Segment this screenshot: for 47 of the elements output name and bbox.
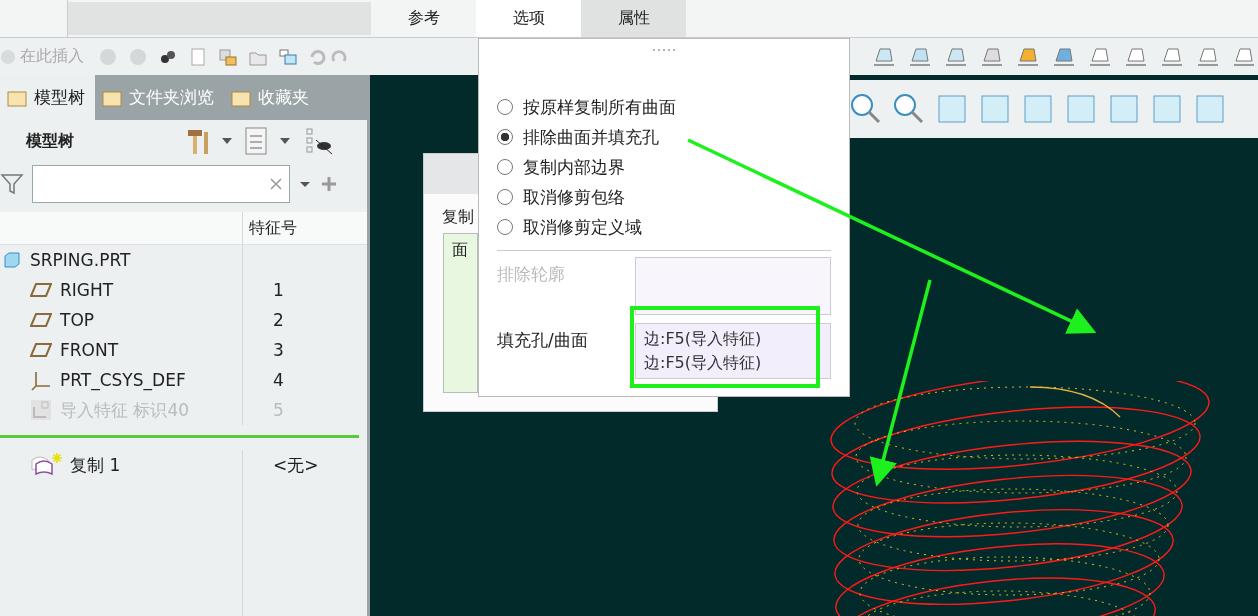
search-field[interactable] <box>32 165 290 203</box>
tab[interactable]: 选项 <box>476 0 581 37</box>
hidden-tree-icon[interactable] <box>304 126 334 156</box>
feature-number: 3 <box>273 340 284 360</box>
add-icon[interactable] <box>320 175 338 193</box>
new-feature-icon <box>52 453 62 463</box>
import-feature-icon <box>30 399 52 421</box>
radio-circle[interactable] <box>497 129 513 145</box>
column-header: 特征号 <box>249 217 297 239</box>
field-label: 填充孔/曲面 <box>497 329 588 352</box>
feature-number: 2 <box>273 310 284 330</box>
collector-item[interactable]: 边:F5(导入特征) <box>644 351 822 375</box>
radio-option[interactable]: 取消修剪包络 <box>497 182 831 212</box>
tree-item-label[interactable]: RIGHT <box>60 280 114 300</box>
tab[interactable]: 属性 <box>581 0 686 37</box>
filter-icon[interactable] <box>0 172 24 196</box>
tree-item-label[interactable]: FRONT <box>60 340 119 360</box>
collection-list[interactable]: 面 <box>443 233 478 393</box>
radio-option[interactable]: 排除曲面并填充孔 <box>497 122 831 152</box>
zoom-in-icon[interactable] <box>849 92 883 126</box>
tree-item-label[interactable]: TOP <box>60 310 95 330</box>
zoom-out-icon[interactable] <box>892 92 926 126</box>
radio-option[interactable]: 按原样复制所有曲面 <box>497 92 831 122</box>
radio-option[interactable]: 取消修剪定义域 <box>497 212 831 242</box>
folder-check-icon[interactable] <box>218 46 238 67</box>
panel-tab[interactable]: 模型树 <box>0 75 95 120</box>
clear-icon[interactable] <box>269 177 283 191</box>
panel-title: 模型树 <box>26 130 75 152</box>
collector-field[interactable] <box>635 257 831 315</box>
feature-number: <无> <box>273 453 319 477</box>
collector-field[interactable]: 边:F5(导入特征) 边:F5(导入特征) <box>635 323 831 379</box>
field-label: 复制 <box>442 207 474 228</box>
collector-item[interactable]: 边:F5(导入特征) <box>644 327 822 351</box>
copy-surface-icon <box>30 454 54 476</box>
feature-number: 4 <box>273 370 284 390</box>
insert-marker-line[interactable] <box>0 435 359 438</box>
tree-item-label[interactable]: SRPING.PRT <box>30 250 131 270</box>
document-icon[interactable] <box>188 46 208 67</box>
tree-item-label[interactable]: PRT_CSYS_DEF <box>60 370 186 390</box>
field-label: 排除轮廓 <box>497 263 565 286</box>
tree-item-label[interactable]: 复制 1 <box>70 453 121 477</box>
list-item[interactable]: 面 <box>452 240 468 259</box>
coordinate-system-icon <box>30 369 52 391</box>
window-icon[interactable] <box>278 46 298 67</box>
feature-number: 1 <box>273 280 284 300</box>
radio-option[interactable]: 复制内部边界 <box>497 152 831 182</box>
grip-icon[interactable] <box>651 48 677 52</box>
